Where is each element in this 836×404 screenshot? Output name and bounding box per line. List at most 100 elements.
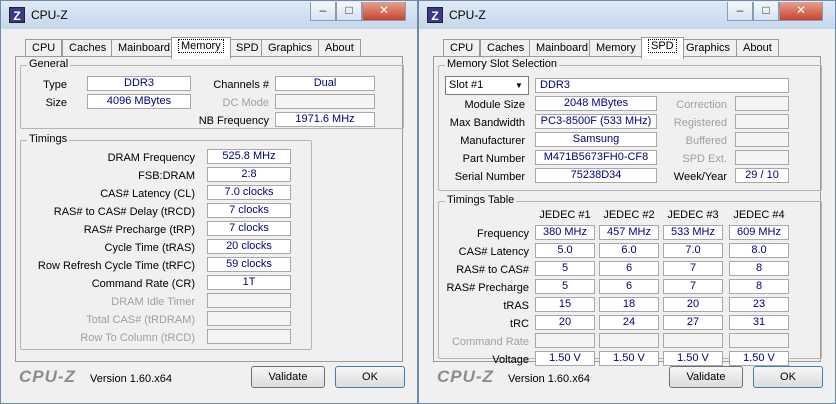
tab-memory[interactable]: Memory	[171, 37, 231, 59]
timings-table-group-title: Timings Table	[445, 194, 517, 206]
slot-select[interactable]: Slot #1 ▼	[445, 76, 529, 95]
ras-precharge-jedec-3: 7	[663, 279, 723, 294]
frequency-jedec-2: 457 MHz	[599, 225, 659, 240]
maximize-button[interactable]: □	[753, 2, 779, 21]
spd-ext-label: SPD Ext.	[682, 153, 727, 165]
trc-jedec-3: 27	[663, 315, 723, 330]
title-bar[interactable]: Z CPU-Z – □ ✕	[1, 1, 417, 29]
week-year-label: Week/Year	[673, 171, 727, 183]
tab-about[interactable]: About	[318, 39, 361, 57]
type-label: Type	[43, 79, 67, 91]
timings-group: Timings DRAM Frequency 525.8 MHz FSB:DRA…	[20, 133, 312, 350]
close-button[interactable]: ✕	[362, 2, 406, 21]
tab-graphics[interactable]: Graphics	[261, 39, 320, 57]
tab-about[interactable]: About	[736, 39, 779, 57]
dcmode-value	[275, 94, 375, 109]
tab-spd[interactable]: SPD	[641, 37, 684, 59]
version-text: Version 1.60.x64	[508, 373, 590, 385]
size-label: Size	[45, 97, 67, 109]
max-bandwidth-value: PC3-8500F (533 MHz)	[535, 114, 657, 129]
trcd-label: RAS# to CAS# Delay (tRCD)	[53, 206, 195, 218]
channels-label: Channels #	[213, 79, 269, 91]
ras-to-cas-jedec-3: 7	[663, 261, 723, 276]
command-rate-jedec-1	[535, 333, 595, 348]
tab-graphics[interactable]: Graphics	[679, 39, 738, 57]
command-rate-jedec-2	[599, 333, 659, 348]
jedec-3-header: JEDEC #3	[667, 209, 719, 221]
jedec-2-header: JEDEC #2	[603, 209, 655, 221]
frequency-jedec-4: 609 MHz	[729, 225, 789, 240]
trc-jedec-1: 20	[535, 315, 595, 330]
memory-slot-group: Memory Slot Selection Slot #1 ▼ DDR3 Mod…	[438, 58, 822, 191]
part-number-value: M471B5673FH0-CF8	[535, 150, 657, 165]
nb-frequency-value: 1971.6 MHz	[275, 112, 375, 127]
general-group: General Type DDR3 Size 4096 MBytes Chann…	[20, 58, 404, 129]
title-bar[interactable]: Z CPU-Z – □ ✕	[419, 1, 835, 29]
memory-page: General Type DDR3 Size 4096 MBytes Chann…	[15, 56, 404, 362]
total-cas-label: Total CAS# (tRDRAM)	[86, 314, 195, 326]
command-rate-value: 1T	[207, 275, 291, 290]
cpuz-app-icon: Z	[427, 7, 443, 23]
tab-cpu[interactable]: CPU	[443, 39, 481, 57]
ras-precharge-jedec-2: 6	[599, 279, 659, 294]
buffered-value	[735, 132, 789, 147]
jedec-4-header: JEDEC #4	[733, 209, 785, 221]
ok-button[interactable]: OK	[753, 366, 823, 388]
close-button[interactable]: ✕	[779, 2, 823, 21]
frequency-jedec-1: 380 MHz	[535, 225, 595, 240]
cas-latency-jedec-1: 5.0	[535, 243, 595, 258]
cpuz-window-spd: Z CPU-Z – □ ✕ CPU Caches Mainboard Memor…	[418, 0, 836, 404]
cas-latency-jedec-4: 8.0	[729, 243, 789, 258]
serial-number-label: Serial Number	[454, 171, 525, 183]
maximize-button[interactable]: □	[336, 2, 362, 21]
timings-group-title: Timings	[27, 133, 70, 145]
cas-latency-jedec-3: 7.0	[663, 243, 723, 258]
total-cas-value	[207, 311, 291, 326]
nb-frequency-label: NB Frequency	[198, 115, 269, 127]
tab-mainboard[interactable]: Mainboard	[529, 39, 595, 57]
minimize-button[interactable]: –	[727, 2, 753, 21]
registered-value	[735, 114, 789, 129]
dcmode-label: DC Mode	[222, 97, 269, 109]
manufacturer-label: Manufacturer	[460, 135, 525, 147]
dram-frequency-value: 525.8 MHz	[207, 149, 291, 164]
trcd-value: 7 clocks	[207, 203, 291, 218]
tras-label: Cycle Time (tRAS)	[104, 242, 195, 254]
type-value: DDR3	[87, 76, 191, 91]
cas-latency-label: CAS# Latency (CL)	[100, 188, 195, 200]
tab-caches[interactable]: Caches	[62, 39, 114, 57]
ras-to-cas-jedec-1: 5	[535, 261, 595, 276]
chevron-down-icon: ▼	[515, 81, 523, 90]
cas-latency-value: 7.0 clocks	[207, 185, 291, 200]
command-rate-label: Command Rate	[451, 336, 529, 348]
tras-label: tRAS	[503, 300, 529, 312]
ras-to-cas-jedec-4: 8	[729, 261, 789, 276]
module-size-label: Module Size	[464, 99, 525, 111]
ok-button[interactable]: OK	[335, 366, 405, 388]
tab-caches[interactable]: Caches	[480, 39, 532, 57]
version-text: Version 1.60.x64	[90, 373, 172, 385]
tab-cpu[interactable]: CPU	[25, 39, 63, 57]
dram-idle-timer-value	[207, 293, 291, 308]
validate-button[interactable]: Validate	[251, 366, 325, 388]
tab-mainboard[interactable]: Mainboard	[111, 39, 177, 57]
manufacturer-value: Samsung	[535, 132, 657, 147]
channels-value: Dual	[275, 76, 375, 91]
serial-number-value: 75238D34	[535, 168, 657, 183]
trp-value: 7 clocks	[207, 221, 291, 236]
window-title: CPU-Z	[31, 8, 68, 22]
tab-memory[interactable]: Memory	[589, 39, 643, 57]
frequency-jedec-3: 533 MHz	[663, 225, 723, 240]
module-size-value: 2048 MBytes	[535, 96, 657, 111]
slot-select-value: Slot #1	[449, 79, 484, 91]
tras-jedec-2: 18	[599, 297, 659, 312]
validate-button[interactable]: Validate	[669, 366, 743, 388]
row-to-column-label: Row To Column (tRCD)	[80, 332, 195, 344]
command-rate-jedec-4	[729, 333, 789, 348]
minimize-button[interactable]: –	[310, 2, 336, 21]
buffered-label: Buffered	[685, 135, 727, 147]
client-area: CPU Caches Mainboard Memory SPD Graphics…	[427, 31, 827, 395]
ras-to-cas-jedec-2: 6	[599, 261, 659, 276]
dram-frequency-label: DRAM Frequency	[107, 152, 195, 164]
part-number-label: Part Number	[462, 153, 525, 165]
